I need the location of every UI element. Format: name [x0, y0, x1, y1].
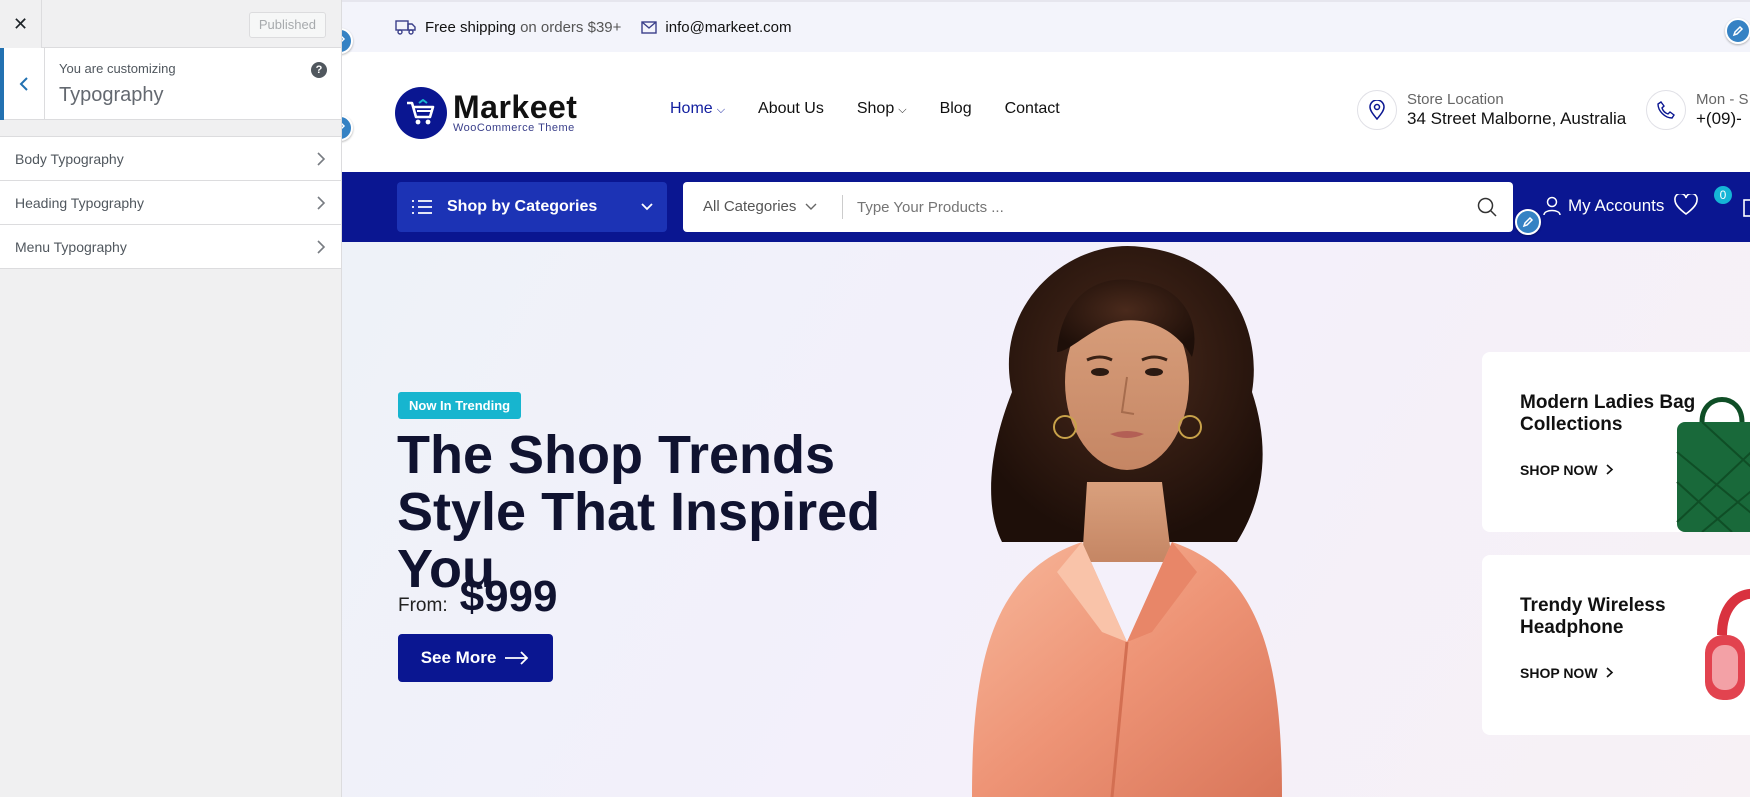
publish-button[interactable]: Published [248, 12, 326, 38]
edit-shortcut-navbar[interactable] [1515, 209, 1541, 235]
truck-icon [395, 20, 416, 35]
edit-shortcut-topbar-right[interactable] [1725, 18, 1750, 44]
headphones-image [1705, 588, 1750, 700]
section-header: You are customizing Typography ? [0, 48, 341, 120]
store-label: Store Location [1407, 91, 1504, 108]
section-menu-typography[interactable]: Menu Typography [0, 225, 341, 269]
price-value: $999 [459, 572, 558, 621]
chevron-down-icon [641, 203, 653, 211]
chevron-right-icon [1606, 464, 1614, 475]
chevron-right-icon [1606, 667, 1614, 678]
main-nav: Home ⌵ About Us Shop ⌵ Blog Contact [670, 100, 1093, 118]
nav-blog[interactable]: Blog [940, 100, 972, 118]
nav-shop[interactable]: Shop ⌵ [857, 100, 907, 118]
chevron-down-icon: ⌵ [716, 104, 726, 116]
user-icon [1543, 196, 1561, 216]
nav-about[interactable]: About Us [758, 100, 824, 118]
nav-contact[interactable]: Contact [1005, 100, 1060, 118]
customizer-sidebar: ✕ Published You are customizing Typograp… [0, 0, 342, 797]
category-search-bar: Shop by Categories All Categories My Acc… [342, 172, 1750, 242]
brand-tagline: WooCommerce Theme [453, 122, 575, 134]
phone-number: +(09)- [1696, 109, 1742, 128]
arrow-right-icon [505, 651, 529, 665]
customizing-label: You are customizing [59, 61, 176, 76]
accounts-label: My Accounts [1568, 196, 1665, 215]
section-label: Menu Typography [15, 238, 127, 255]
cart-logo-icon [395, 87, 447, 139]
wishlist-count-badge: 0 [1714, 186, 1732, 204]
search-icon[interactable] [1477, 197, 1497, 217]
section-heading-typography[interactable]: Heading Typography [0, 181, 341, 225]
hero-price: From: $999 [398, 572, 558, 622]
promo-card-bags[interactable]: Modern Ladies Bag Collections SHOP NOW [1482, 352, 1750, 532]
shop-by-categories-button[interactable]: Shop by Categories [397, 182, 667, 232]
product-search: All Categories [683, 182, 1513, 232]
shipping-bold: Free shipping [425, 18, 516, 36]
chevron-down-icon: ⌵ [898, 104, 907, 116]
section-body-typography[interactable]: Body Typography [0, 137, 341, 181]
shipping-info: Free shipping on orders $39+ [395, 19, 621, 36]
map-pin-icon [1357, 90, 1397, 130]
section-label: Body Typography [15, 150, 124, 167]
mail-icon [641, 20, 658, 34]
hero-banner: Now In Trending The Shop Trends Style Th… [342, 242, 1750, 797]
bag-icon[interactable] [1742, 194, 1750, 218]
pencil-icon [1522, 216, 1534, 228]
pencil-icon [342, 35, 346, 43]
pencil-icon [1732, 25, 1744, 37]
chevron-down-icon [805, 203, 817, 210]
heart-icon[interactable] [1674, 194, 1698, 216]
promo-title: Trendy Wireless Headphone [1520, 595, 1666, 638]
chevron-left-icon [19, 77, 28, 91]
site-header: Markeet WooCommerce Theme Home ⌵ About Us… [342, 52, 1750, 172]
typography-sections-list: Body Typography Heading Typography Menu … [0, 136, 341, 269]
handbag-image [1676, 397, 1750, 532]
store-address: 34 Street Malborne, Australia [1407, 109, 1627, 128]
menu-icon [412, 200, 432, 214]
categories-label: Shop by Categories [447, 198, 598, 215]
hero-model-image [972, 245, 1282, 797]
pencil-icon [342, 122, 346, 130]
top-bar: Free shipping on orders $39+ info@markee… [342, 0, 1750, 52]
nav-home[interactable]: Home ⌵ [670, 100, 725, 118]
customizer-header: ✕ Published [0, 0, 341, 48]
email-link[interactable]: info@markeet.com [665, 19, 791, 36]
close-customizer-button[interactable]: ✕ [0, 0, 42, 48]
chevron-right-icon [317, 195, 326, 210]
shop-now-link[interactable]: SHOP NOW [1520, 462, 1614, 478]
back-button[interactable] [0, 48, 45, 120]
nav-label: Home [670, 100, 713, 117]
chevron-right-icon [317, 151, 326, 166]
brand-name: Markeet [453, 89, 578, 125]
hours-label: Mon - S [1696, 91, 1749, 108]
section-title: Typography [59, 84, 164, 106]
from-label: From: [398, 595, 448, 616]
chevron-right-icon [317, 239, 326, 254]
shipping-rest: on orders $39+ [520, 18, 622, 36]
see-more-label: See More [420, 648, 497, 667]
store-location: Store Location 34 Street Malborne, Austr… [1357, 90, 1626, 130]
see-more-button[interactable]: See More [398, 634, 553, 682]
help-icon[interactable]: ? [311, 62, 327, 78]
my-accounts-link[interactable]: My Accounts [1542, 196, 1664, 216]
promo-card-headphones[interactable]: Trendy Wireless Headphone SHOP NOW [1482, 555, 1750, 735]
shop-now-link[interactable]: SHOP NOW [1520, 665, 1614, 681]
site-logo[interactable]: Markeet WooCommerce Theme [395, 87, 577, 139]
trending-badge: Now In Trending [398, 392, 522, 419]
search-input[interactable] [843, 198, 1477, 216]
email-info: info@markeet.com [641, 19, 792, 36]
site-preview: Free shipping on orders $39+ info@markee… [342, 0, 1750, 797]
phone-icon [1646, 90, 1686, 130]
contact-hours: Mon - S +(09)- [1646, 90, 1749, 130]
nav-label: Shop [856, 100, 895, 117]
search-category-select[interactable]: All Categories [683, 195, 843, 219]
section-label: Heading Typography [15, 194, 144, 211]
